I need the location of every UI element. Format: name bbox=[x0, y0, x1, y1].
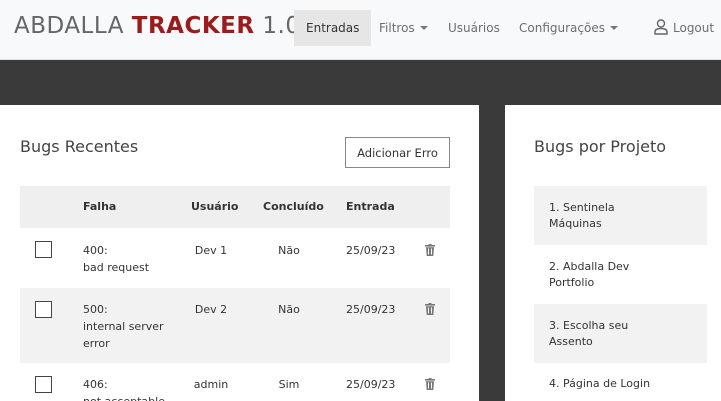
table-row: 406: not acceptable admin Sim 25/09/23 bbox=[20, 363, 450, 401]
falha-code: 500: bbox=[83, 303, 108, 316]
header-entrada: Entrada bbox=[346, 200, 395, 213]
nav-configuracoes-dropdown[interactable]: Configurações bbox=[519, 10, 618, 46]
row-checkbox[interactable] bbox=[35, 241, 52, 258]
add-error-button[interactable]: Adicionar Erro bbox=[345, 137, 450, 168]
caret-down-icon bbox=[419, 25, 428, 30]
project-name: 1. Sentinela bbox=[549, 201, 615, 214]
logout-label: Logout bbox=[673, 21, 715, 35]
nav-entradas-label: Entradas bbox=[306, 21, 360, 35]
bugs-by-project-title: Bugs por Projeto bbox=[534, 137, 667, 156]
trash-icon[interactable] bbox=[425, 303, 435, 315]
brand-name: ABDALLA bbox=[14, 13, 124, 39]
usuario-cell: Dev 1 bbox=[194, 244, 228, 257]
project-name-continued: Portfolio bbox=[549, 276, 595, 289]
header-concluido: Concluído bbox=[263, 200, 324, 213]
table-row: 500: internal server error Dev 2 Não 25/… bbox=[20, 288, 450, 363]
nav-entradas[interactable]: Entradas bbox=[294, 10, 372, 46]
project-item[interactable]: 3. Escolha seu Assento bbox=[534, 304, 707, 363]
bugs-by-project-panel: Bugs por Projeto 1. Sentinela Máquinas 2… bbox=[505, 105, 721, 401]
bugs-table-header: Falha Usuário Concluído Entrada bbox=[20, 186, 450, 228]
usuario-cell: Dev 2 bbox=[194, 303, 228, 316]
project-item[interactable]: 4. Página de Login bbox=[534, 363, 707, 401]
brand-highlight: TRACKER bbox=[131, 13, 255, 39]
entrada-cell: 25/09/23 bbox=[346, 378, 396, 391]
concluido-cell: Não bbox=[278, 303, 300, 316]
table-row: 400: bad request Dev 1 Não 25/09/23 bbox=[20, 228, 450, 288]
entrada-cell: 25/09/23 bbox=[346, 244, 396, 257]
nav-usuarios-label: Usuários bbox=[448, 21, 500, 35]
falha-desc-continued: error bbox=[83, 337, 110, 350]
project-item[interactable]: 2. Abdalla Dev Portfolio bbox=[534, 245, 707, 304]
project-name: 2. Abdalla Dev bbox=[549, 260, 630, 273]
recent-bugs-panel: Bugs Recentes Adicionar Erro Falha Usuár… bbox=[0, 105, 479, 401]
falha-desc: not acceptable bbox=[83, 393, 165, 401]
nav-filtros-dropdown[interactable]: Filtros bbox=[379, 10, 428, 46]
falha-desc: bad request bbox=[83, 261, 150, 274]
row-checkbox[interactable] bbox=[35, 376, 52, 393]
caret-down-icon bbox=[609, 25, 618, 30]
project-name: 3. Escolha seu bbox=[549, 319, 629, 332]
falha-code: 406: bbox=[83, 378, 108, 391]
falha-desc: internal server bbox=[83, 320, 164, 333]
concluido-cell: Não bbox=[278, 244, 300, 257]
recent-bugs-title: Bugs Recentes bbox=[20, 137, 139, 156]
falha-code: 400: bbox=[83, 244, 108, 257]
brand-logo[interactable]: ABDALLA TRACKER 1.0 bbox=[14, 13, 300, 39]
entrada-cell: 25/09/23 bbox=[346, 303, 396, 316]
project-name-continued: Assento bbox=[549, 335, 593, 348]
usuario-cell: admin bbox=[193, 378, 229, 391]
panel-divider bbox=[479, 105, 505, 401]
nav-configuracoes-label: Configurações bbox=[519, 21, 605, 35]
project-item[interactable]: 1. Sentinela Máquinas bbox=[534, 186, 707, 245]
project-name: 4. Página de Login bbox=[549, 377, 651, 390]
trash-icon[interactable] bbox=[425, 244, 435, 256]
user-icon bbox=[654, 19, 668, 35]
trash-icon[interactable] bbox=[425, 378, 435, 390]
header-usuario: Usuário bbox=[191, 200, 239, 213]
header-band bbox=[0, 60, 721, 105]
header-falha: Falha bbox=[83, 200, 117, 213]
project-name-continued: Máquinas bbox=[549, 217, 602, 230]
navbar: ABDALLA TRACKER 1.0 Entradas Filtros Usu… bbox=[0, 0, 721, 60]
nav-filtros-label: Filtros bbox=[379, 21, 415, 35]
logout-button[interactable]: Logout bbox=[654, 10, 714, 46]
row-checkbox[interactable] bbox=[35, 301, 52, 318]
concluido-cell: Sim bbox=[278, 378, 300, 391]
nav-usuarios[interactable]: Usuários bbox=[448, 10, 500, 46]
